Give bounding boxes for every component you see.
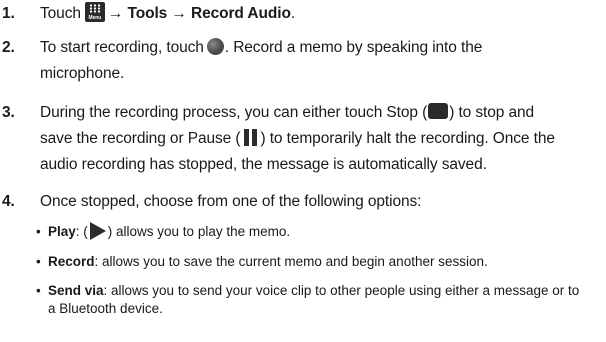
- step-text-start: To start recording, touch: [40, 39, 204, 56]
- option-description: : allows you to send your voice clip to …: [103, 283, 580, 298]
- option-term: Record: [48, 254, 95, 269]
- arrow-separator: →: [107, 5, 128, 22]
- record-button-icon: [206, 37, 224, 55]
- option-text: Send via: allows you to send your voice …: [48, 282, 598, 318]
- menu-icon: Menu: [84, 1, 105, 22]
- step-text: Touch Menu → Tools → Record Audio.: [40, 1, 600, 27]
- step-text-start: During the recording process, you can ei…: [40, 104, 428, 121]
- bullet-dot: •: [36, 224, 41, 239]
- step-text: During the recording process, you can ei…: [40, 100, 600, 178]
- step-number: 2.: [2, 39, 15, 56]
- option-description: : allows you to save the current memo an…: [94, 254, 488, 269]
- menu-path-record-audio: Record Audio: [191, 5, 291, 22]
- step-number: 1.: [2, 5, 15, 22]
- step-text: Once stopped, choose from one of the fol…: [40, 193, 422, 210]
- menu-icon-label: Menu: [88, 14, 102, 21]
- bullet-dot: •: [36, 254, 41, 269]
- bullet-dot: •: [36, 283, 41, 298]
- step-number: 3.: [2, 104, 15, 121]
- option-term: Send via: [48, 283, 104, 298]
- step-text-end: .: [290, 5, 296, 22]
- step-text-mid: ) to temporarily halt the recording. Onc…: [260, 130, 555, 147]
- option-description-continued: a Bluetooth device.: [48, 301, 163, 316]
- option-text-end: ) allows you to play the memo.: [107, 224, 291, 239]
- stop-icon: [428, 103, 449, 120]
- step-text-continued: microphone.: [40, 65, 125, 82]
- instruction-document: 1. Touch Menu → Tools → Record Audio. 2. T…: [0, 0, 606, 342]
- step-text-mid: save the recording or Pause (: [40, 130, 241, 147]
- arrow-separator: →: [167, 5, 191, 22]
- step-number: 4.: [2, 193, 15, 210]
- option-text: Play: ( ) allows you to play the memo.: [48, 221, 598, 241]
- option-text: Record: allows you to save the current m…: [48, 253, 598, 271]
- step-text: To start recording, touch . Record a memo…: [40, 35, 600, 87]
- option-term: Play: [48, 224, 76, 239]
- step-text-end: audio recording has stopped, the message…: [40, 156, 487, 173]
- play-icon: [89, 221, 106, 240]
- step-text-start: Touch: [40, 5, 81, 22]
- step-text-mid: ) to stop and: [449, 104, 535, 121]
- pause-icon: [242, 128, 258, 146]
- step-text-end: . Record a memo by speaking into the: [224, 39, 483, 56]
- menu-path-tools: Tools: [127, 5, 168, 22]
- option-text-start: : (: [75, 224, 88, 239]
